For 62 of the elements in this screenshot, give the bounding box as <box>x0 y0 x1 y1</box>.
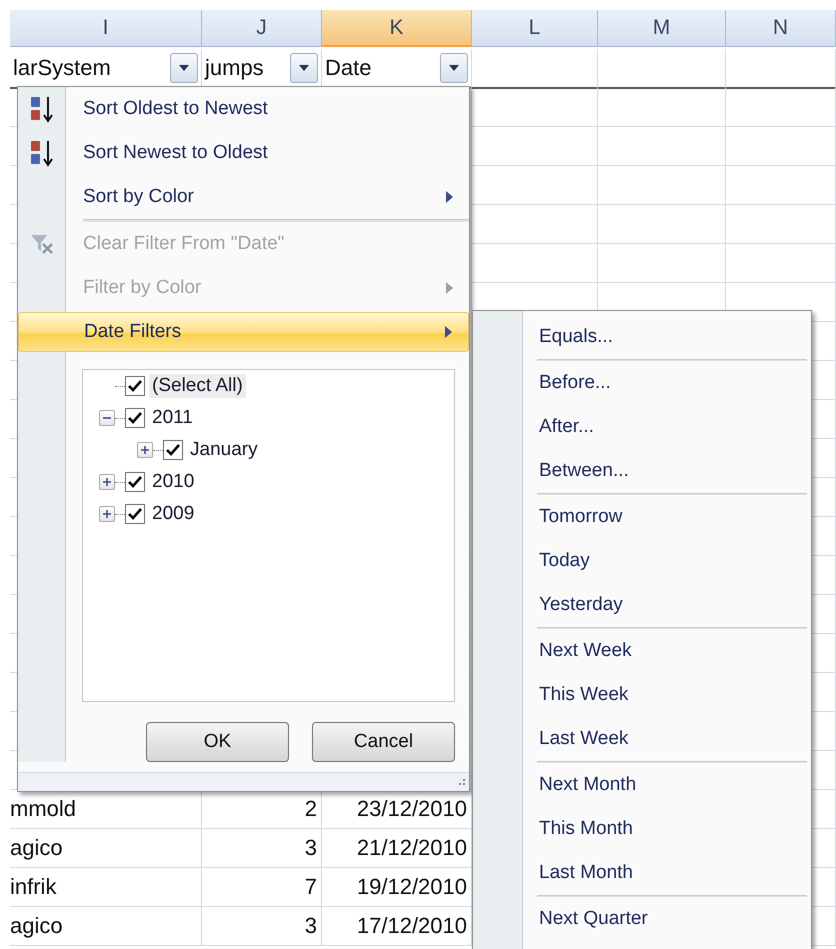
sort-icon <box>28 95 54 123</box>
column-header[interactable]: M <box>598 10 726 47</box>
checkbox[interactable] <box>163 440 183 460</box>
menu-item[interactable]: Tomorrow <box>473 495 622 539</box>
menu-item[interactable]: This Week <box>473 673 628 717</box>
filter-dropdown-button[interactable] <box>440 53 468 83</box>
sort-icon <box>28 139 54 167</box>
expand-toggle-icon[interactable] <box>99 410 115 426</box>
menu-item[interactable]: Date Filters <box>18 312 469 352</box>
tree-item-label[interactable]: (Select All) <box>149 374 246 398</box>
checkbox[interactable] <box>125 408 145 428</box>
column-header[interactable]: K <box>322 10 472 47</box>
ok-button[interactable]: OK <box>146 722 289 762</box>
menu-item[interactable]: Sort by Color <box>18 175 469 219</box>
menu-item[interactable]: Yesterday <box>473 583 623 627</box>
expand-toggle-icon[interactable] <box>137 442 153 458</box>
caret-icon <box>179 65 189 71</box>
checkbox[interactable] <box>125 376 145 396</box>
table-cell: 3 <box>202 829 322 868</box>
table-cell: 3 <box>202 907 322 946</box>
table-cell: agico <box>10 907 202 946</box>
tree-item-label[interactable]: 2009 <box>149 502 198 526</box>
menu-item[interactable]: Last Month <box>473 851 633 895</box>
checkbox[interactable] <box>125 472 145 492</box>
tree-item-label[interactable]: 2010 <box>149 470 198 494</box>
column-header[interactable]: L <box>472 10 598 47</box>
menu-item[interactable]: Today <box>473 539 590 583</box>
expand-toggle-icon[interactable] <box>99 474 115 490</box>
tree-item-label[interactable]: 2011 <box>149 406 196 430</box>
table-cell: 7 <box>202 868 322 907</box>
column-title: jumps <box>205 55 264 81</box>
menu-item[interactable]: Between... <box>473 449 629 493</box>
menu-item[interactable]: Next Month <box>473 763 636 807</box>
cancel-button[interactable]: Cancel <box>312 722 455 762</box>
menu-item[interactable]: Sort Newest to Oldest <box>18 131 469 175</box>
menu-item[interactable]: Next Quarter <box>473 897 648 941</box>
submenu-arrow-icon <box>446 191 453 203</box>
filter-dropdown-button[interactable] <box>170 53 198 83</box>
expand-toggle-icon[interactable] <box>99 506 115 522</box>
menu-item[interactable]: Before... <box>473 361 611 405</box>
clear-filter-icon <box>30 233 54 255</box>
submenu-arrow-icon <box>445 326 452 338</box>
menu-item[interactable]: After... <box>473 405 594 449</box>
column-title: larSystem <box>13 55 111 81</box>
filter-dropdown-button[interactable] <box>290 53 318 83</box>
tree-item-label[interactable]: January <box>187 438 261 462</box>
menu-item[interactable]: This Month <box>473 807 633 851</box>
checkbox[interactable] <box>125 504 145 524</box>
column-header[interactable]: J <box>202 10 322 47</box>
menu-item[interactable]: Sort Oldest to Newest <box>18 87 469 131</box>
submenu-arrow-icon <box>446 282 453 294</box>
caret-icon <box>299 65 309 71</box>
column-title: Date <box>325 55 372 81</box>
column-header[interactable]: I <box>10 10 202 47</box>
caret-icon <box>449 65 459 71</box>
table-cell: infrik <box>10 868 202 907</box>
resize-grip-icon[interactable] <box>456 778 466 788</box>
table-cell: agico <box>10 829 202 868</box>
menu-item[interactable]: Equals... <box>473 315 613 359</box>
column-header[interactable]: N <box>726 10 836 47</box>
menu-item[interactable]: Next Week <box>473 629 632 673</box>
menu-item[interactable]: Last Week <box>473 717 628 761</box>
